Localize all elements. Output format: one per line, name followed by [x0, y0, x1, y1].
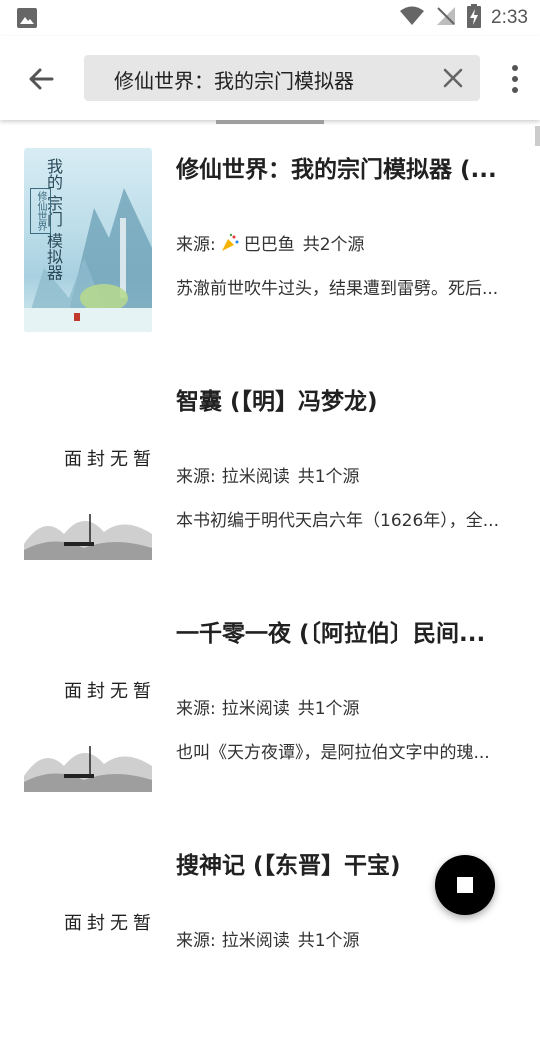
source-name: 拉米阅读	[221, 467, 290, 487]
stop-search-button[interactable]	[435, 855, 495, 915]
book-title: 智囊 (【明】冯梦龙)	[176, 389, 378, 415]
book-cover-placeholder: 暂 无 封 面	[24, 612, 152, 796]
more-options-button[interactable]	[510, 64, 520, 94]
close-icon	[443, 68, 463, 88]
source-prefix: 来源:	[176, 931, 216, 951]
more-vert-icon	[512, 65, 518, 93]
list-item[interactable]: 暂 无 封 面 一千零一夜 (〔阿拉伯〕民间... 来源: 拉米阅读 共1个源 …	[0, 594, 540, 826]
no-cover-text: 暂 无 封 面	[61, 449, 151, 467]
ink-landscape-icon	[24, 746, 152, 792]
book-cover-placeholder: 暂 无 封 面	[24, 844, 152, 1028]
image-notification-icon	[16, 7, 38, 33]
stop-icon	[457, 877, 473, 893]
back-button[interactable]	[24, 62, 58, 96]
cover-title-line: 模拟器	[44, 232, 63, 281]
cover-subtitle: 修仙世界	[30, 188, 51, 234]
book-cover-placeholder: 暂 无 封 面	[24, 380, 152, 564]
source-count: 共2个源	[302, 235, 365, 255]
book-title: 一千零一夜 (〔阿拉伯〕民间...	[176, 621, 486, 647]
book-description: 本书初编于明代天启六年（1626年），全...	[176, 511, 499, 531]
no-cover-text: 暂 无 封 面	[61, 681, 151, 699]
source-count: 共1个源	[297, 931, 360, 951]
book-source: 来源: 拉米阅读 共1个源	[176, 462, 516, 487]
list-item[interactable]: 我的 宗门 模拟器 修仙世界 修仙世界：我的宗门模拟器 (... 来源: 巴巴鱼…	[0, 130, 540, 362]
ink-landscape-icon	[24, 514, 152, 560]
battery-charging-icon	[467, 4, 482, 32]
clock: 2:33	[491, 7, 528, 28]
book-title: 修仙世界：我的宗门模拟器 (...	[176, 157, 497, 183]
source-name: 巴巴鱼	[243, 235, 295, 255]
list-item[interactable]: 暂 无 封 面 智囊 (【明】冯梦龙) 来源: 拉米阅读 共1个源 本书初编于明…	[0, 362, 540, 594]
arrow-back-icon	[29, 68, 54, 90]
source-prefix: 来源:	[176, 235, 216, 255]
search-input[interactable]	[112, 55, 436, 103]
loading-indicator	[216, 120, 324, 124]
book-description: 苏澈前世吹牛过头，结果遭到雷劈。死后...	[176, 279, 499, 299]
cover-title-line: 我的	[44, 158, 63, 190]
source-prefix: 来源:	[176, 699, 216, 719]
book-description: 也叫《天方夜谭》，是阿拉伯文字中的瑰...	[176, 743, 490, 763]
source-name: 拉米阅读	[221, 931, 290, 951]
clear-search-button[interactable]	[442, 67, 464, 89]
no-cover-text: 暂 无 封 面	[61, 913, 151, 931]
source-prefix: 来源:	[176, 467, 216, 487]
book-cover: 我的 宗门 模拟器 修仙世界	[24, 148, 152, 332]
wifi-icon	[399, 5, 425, 31]
party-popper-icon	[220, 233, 240, 253]
search-box	[84, 55, 480, 103]
book-source: 来源: 拉米阅读 共1个源	[176, 694, 516, 719]
book-source: 来源: 拉米阅读 共1个源	[176, 926, 516, 951]
book-source: 来源: 巴巴鱼 共2个源	[176, 230, 516, 255]
search-app-bar	[0, 36, 540, 120]
status-bar: 2:33	[0, 0, 540, 36]
source-name: 拉米阅读	[221, 699, 290, 719]
source-count: 共1个源	[297, 467, 360, 487]
source-count: 共1个源	[297, 699, 360, 719]
no-signal-icon	[435, 5, 457, 31]
